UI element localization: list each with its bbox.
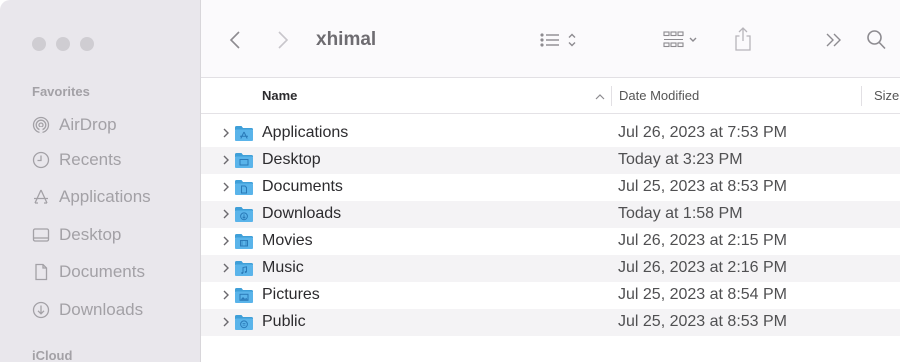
sidebar-item-airdrop[interactable]: AirDrop bbox=[32, 113, 117, 137]
file-list: Applications Jul 26, 2023 at 7:53 PM Des… bbox=[201, 120, 900, 336]
public-folder-icon bbox=[235, 315, 253, 330]
more-toolbar-button[interactable] bbox=[823, 30, 845, 50]
documents-folder-icon bbox=[235, 180, 253, 195]
column-header-bar: Name Date Modified Size bbox=[201, 78, 900, 114]
sidebar-item-label: Downloads bbox=[59, 300, 144, 319]
sidebar-item-desktop[interactable]: Desktop bbox=[32, 223, 121, 247]
close-window-button[interactable] bbox=[32, 37, 46, 51]
file-date-modified: Today at 3:23 PM bbox=[618, 151, 743, 168]
applications-icon bbox=[34, 189, 48, 204]
file-name: Documents bbox=[262, 178, 343, 195]
sidebar-item-downloads[interactable]: Downloads bbox=[32, 298, 143, 322]
list-item[interactable]: Movies Jul 26, 2023 at 2:15 PM bbox=[201, 228, 900, 255]
sidebar-section-icloud: iCloud bbox=[32, 348, 73, 362]
finder-window: Favorites AirDrop Recents Applications D… bbox=[0, 0, 900, 362]
clock-icon bbox=[32, 151, 50, 169]
column-divider[interactable] bbox=[611, 86, 612, 106]
downloads-folder-icon bbox=[235, 207, 253, 222]
back-chevron-icon bbox=[229, 31, 240, 49]
sidebar-section-favorites: Favorites bbox=[32, 84, 90, 99]
file-name: Movies bbox=[262, 232, 313, 249]
sidebar-item-recents[interactable]: Recents bbox=[32, 148, 121, 172]
sort-ascending-icon bbox=[595, 94, 605, 100]
sidebar-item-label: Recents bbox=[59, 150, 122, 169]
disclosure-chevron-icon[interactable] bbox=[221, 261, 231, 275]
share-icon bbox=[735, 27, 751, 51]
disclosure-chevron-icon[interactable] bbox=[221, 288, 231, 302]
zoom-window-button[interactable] bbox=[80, 37, 94, 51]
file-name: Desktop bbox=[262, 151, 321, 168]
column-header-date-modified[interactable]: Date Modified bbox=[619, 88, 699, 103]
sidebar: Favorites AirDrop Recents Applications D… bbox=[0, 0, 201, 362]
movies-folder-icon bbox=[235, 234, 253, 249]
sidebar-item-label: Applications bbox=[59, 187, 151, 206]
disclosure-chevron-icon[interactable] bbox=[221, 315, 231, 329]
desktop-folder-icon bbox=[235, 153, 253, 168]
document-icon bbox=[35, 263, 48, 281]
file-date-modified: Jul 26, 2023 at 7:53 PM bbox=[618, 124, 787, 141]
column-divider[interactable] bbox=[861, 86, 862, 106]
airdrop-icon bbox=[32, 116, 50, 134]
list-item[interactable]: Desktop Today at 3:23 PM bbox=[201, 147, 900, 174]
file-date-modified: Jul 25, 2023 at 8:53 PM bbox=[618, 178, 787, 195]
disclosure-chevron-icon[interactable] bbox=[221, 234, 231, 248]
file-name: Public bbox=[262, 313, 306, 330]
window-title: xhimal bbox=[316, 29, 377, 50]
forward-chevron-icon bbox=[278, 31, 289, 49]
list-item[interactable]: Music Jul 26, 2023 at 2:16 PM bbox=[201, 255, 900, 282]
list-view-icon bbox=[540, 33, 576, 47]
applications-folder-icon bbox=[235, 126, 253, 141]
view-options-button[interactable] bbox=[539, 29, 581, 51]
file-name: Pictures bbox=[262, 286, 320, 303]
sidebar-item-label: AirDrop bbox=[59, 115, 117, 134]
file-date-modified: Jul 25, 2023 at 8:54 PM bbox=[618, 286, 787, 303]
sidebar-item-label: Desktop bbox=[59, 225, 122, 244]
file-date-modified: Today at 1:58 PM bbox=[618, 205, 743, 222]
file-date-modified: Jul 25, 2023 at 8:53 PM bbox=[618, 313, 787, 330]
more-toolbar-icon bbox=[826, 33, 841, 47]
back-button[interactable] bbox=[226, 29, 244, 51]
sidebar-item-applications[interactable]: Applications bbox=[32, 185, 151, 209]
music-folder-icon bbox=[235, 261, 253, 276]
list-item[interactable]: Documents Jul 25, 2023 at 8:53 PM bbox=[201, 174, 900, 201]
file-date-modified: Jul 26, 2023 at 2:15 PM bbox=[618, 232, 787, 249]
list-item[interactable]: Downloads Today at 1:58 PM bbox=[201, 201, 900, 228]
column-header-size[interactable]: Size bbox=[874, 88, 899, 103]
forward-button[interactable] bbox=[274, 29, 292, 51]
desktop-icon bbox=[32, 228, 50, 242]
disclosure-chevron-icon[interactable] bbox=[221, 126, 231, 140]
pictures-folder-icon bbox=[235, 288, 253, 303]
sidebar-item-documents[interactable]: Documents bbox=[32, 260, 145, 284]
search-button[interactable] bbox=[865, 28, 887, 52]
file-name: Downloads bbox=[262, 205, 342, 222]
disclosure-chevron-icon[interactable] bbox=[221, 153, 231, 167]
list-item[interactable]: Public Jul 25, 2023 at 8:53 PM bbox=[201, 309, 900, 336]
file-date-modified: Jul 26, 2023 at 2:16 PM bbox=[618, 259, 787, 276]
file-name: Applications bbox=[262, 124, 349, 141]
group-view-icon bbox=[663, 31, 697, 48]
window-controls bbox=[32, 37, 94, 51]
share-button[interactable] bbox=[731, 25, 755, 53]
disclosure-chevron-icon[interactable] bbox=[221, 180, 231, 194]
search-icon bbox=[867, 30, 886, 50]
sidebar-item-label: Documents bbox=[59, 262, 145, 281]
group-button[interactable] bbox=[662, 28, 702, 52]
minimize-window-button[interactable] bbox=[56, 37, 70, 51]
file-name: Music bbox=[262, 259, 304, 276]
list-item[interactable]: Pictures Jul 25, 2023 at 8:54 PM bbox=[201, 282, 900, 309]
list-item[interactable]: Applications Jul 26, 2023 at 7:53 PM bbox=[201, 120, 900, 147]
toolbar: xhimal bbox=[201, 0, 900, 78]
download-icon bbox=[32, 301, 50, 319]
disclosure-chevron-icon[interactable] bbox=[221, 207, 231, 221]
column-header-name[interactable]: Name bbox=[262, 88, 297, 103]
